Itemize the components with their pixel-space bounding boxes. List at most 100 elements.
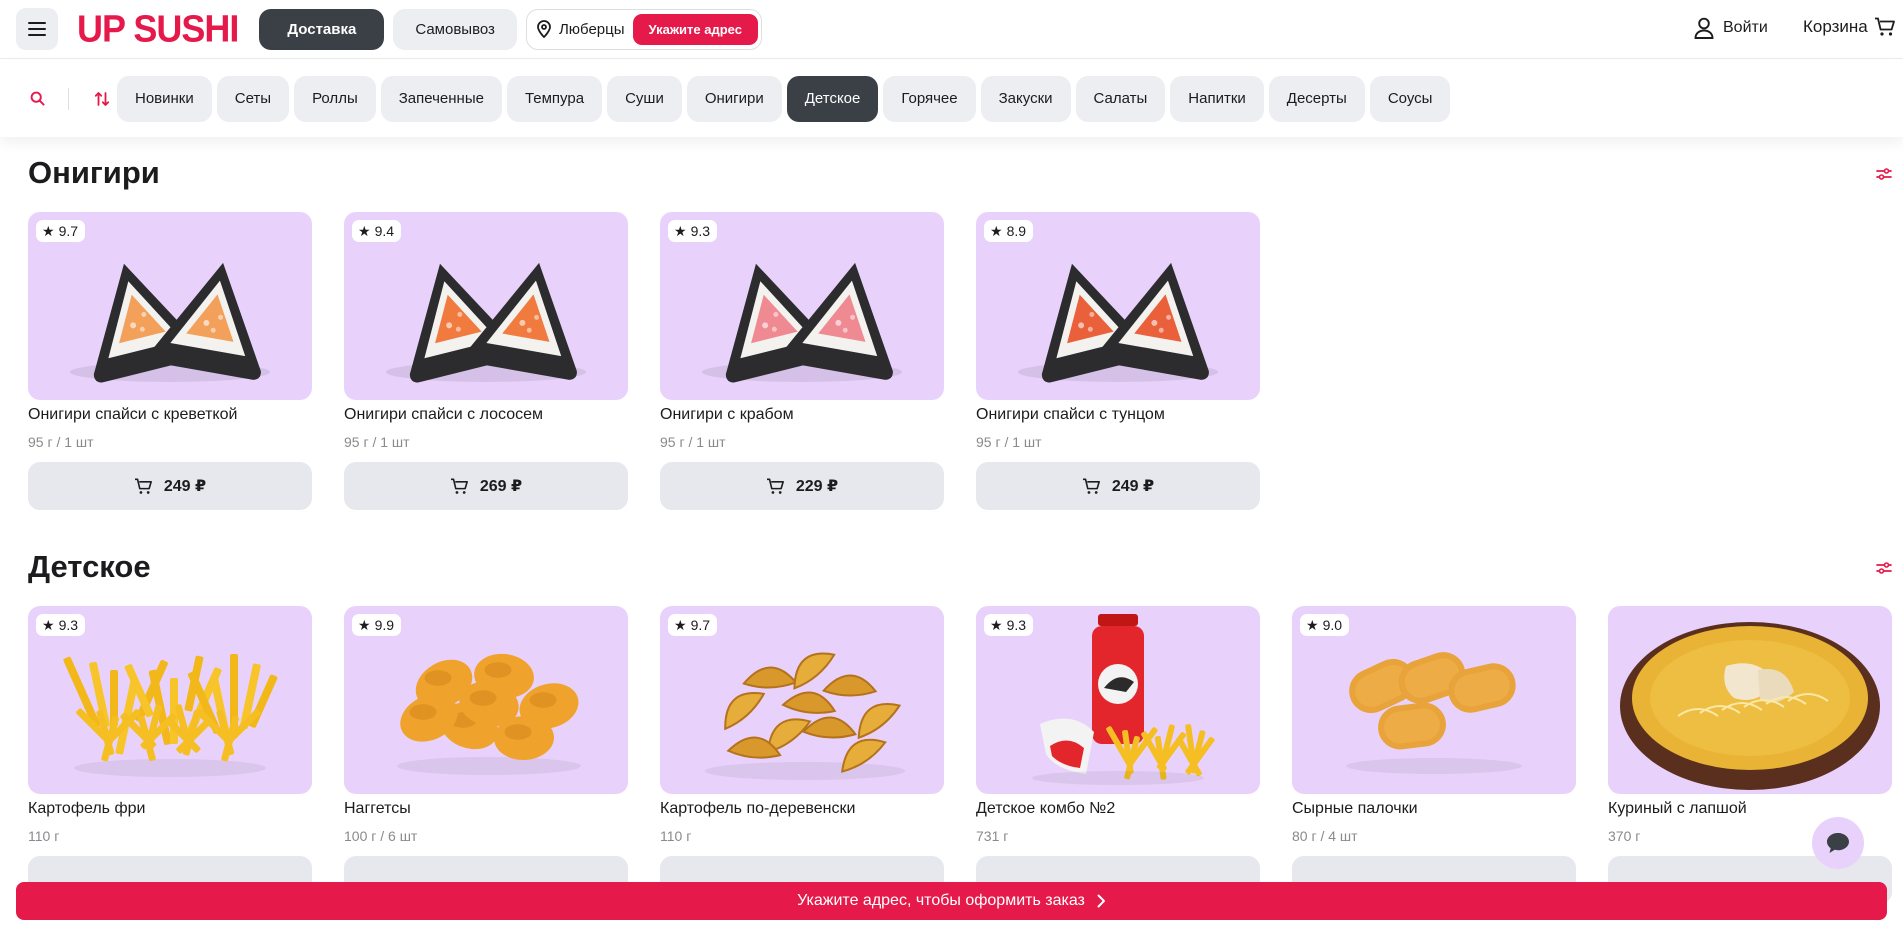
rating-value: 9.3 [690, 223, 711, 239]
product-weight: 100 г / 6 шт [344, 828, 418, 844]
specify-address-button[interactable]: Укажите адрес [632, 13, 758, 45]
product-image[interactable] [1608, 606, 1892, 794]
chevron-right-icon [1097, 894, 1105, 908]
product-weight: 95 г / 1 шт [976, 434, 1042, 450]
address-selector[interactable]: Люберцы Укажите адрес [525, 8, 762, 50]
product-name[interactable]: Сырные палочки [1292, 800, 1576, 822]
star-icon: ★ [42, 223, 55, 239]
price: 229 ₽ [795, 478, 839, 495]
category-tab[interactable]: Сеты [216, 75, 290, 122]
star-icon: ★ [990, 617, 1003, 633]
category-bar: Новинки Сеты Роллы Запеченные Темпура Суши Они… [0, 60, 1903, 137]
rating-badge: ★ 9.3 [36, 614, 86, 636]
cart-icon [1874, 17, 1895, 36]
category-tab[interactable]: Роллы [294, 75, 376, 122]
category-tab[interactable]: Онигири [686, 75, 782, 122]
product-card[interactable]: ★ 9.3 Онигири с крабом 95 г / 1 шт 229 ₽ [660, 212, 944, 510]
add-to-cart-button[interactable]: 229 ₽ [660, 462, 944, 510]
product-image[interactable]: ★ 8.9 [976, 212, 1260, 400]
add-to-cart-button[interactable]: 249 ₽ [976, 462, 1260, 510]
product-image[interactable]: ★ 9.0 [1292, 606, 1576, 794]
sort-icon [94, 91, 110, 106]
product-name[interactable]: Детское комбо №2 [976, 800, 1260, 822]
product-image[interactable]: ★ 9.7 [28, 212, 312, 400]
rating-value: 9.7 [58, 223, 79, 239]
price: 249 ₽ [163, 478, 207, 495]
top-header: UP SUSHI Доставка Самовывоз Люберцы Укаж… [0, 0, 1903, 59]
city-label: Люберцы [558, 20, 625, 38]
section-title-kids: Детское [28, 549, 151, 584]
category-tab[interactable]: Новинки [117, 75, 212, 122]
product-name[interactable]: Онигири с крабом [660, 406, 944, 428]
cart-icon [134, 477, 152, 494]
product-card[interactable]: ★ 9.4 Онигири спайси с лососем 95 г / 1 ш… [344, 212, 628, 510]
rating-value: 9.4 [374, 223, 395, 239]
login-label: Войти [1723, 19, 1768, 36]
category-tab[interactable]: Закуски [980, 75, 1071, 122]
filter-icon[interactable] [1876, 560, 1892, 576]
product-name[interactable]: Онигири спайси с лососем [344, 406, 628, 428]
category-tab[interactable]: Напитки [1170, 75, 1264, 122]
rating-value: 9.7 [690, 617, 711, 633]
checkout-address-banner[interactable]: Укажите адрес, чтобы оформить заказ [16, 882, 1887, 920]
cta-label: Укажите адрес, чтобы оформить заказ [797, 892, 1085, 909]
product-image[interactable]: ★ 9.4 [344, 212, 628, 400]
product-card[interactable]: ★ 9.9 Наггетсы 100 г / 6 шт [344, 606, 628, 904]
rating-value: 8.9 [1006, 223, 1027, 239]
product-name[interactable]: Картофель по-деревенски [660, 800, 944, 822]
product-card[interactable]: ★ 9.3 Картофель фри 110 г [28, 606, 312, 904]
add-to-cart-button[interactable]: 269 ₽ [344, 462, 628, 510]
sort-button[interactable] [93, 90, 111, 108]
category-tab[interactable]: Запеченные [380, 75, 502, 122]
rating-badge: ★ 8.9 [984, 220, 1034, 242]
add-to-cart-button[interactable]: 249 ₽ [28, 462, 312, 510]
product-weight: 110 г [28, 828, 60, 844]
cart-button[interactable]: Корзина [1803, 17, 1896, 37]
delivery-toggle[interactable]: Доставка [259, 8, 385, 50]
product-weight: 95 г / 1 шт [28, 434, 94, 450]
product-name[interactable]: Наггетсы [344, 800, 628, 822]
product-image[interactable]: ★ 9.9 [344, 606, 628, 794]
product-image[interactable]: ★ 9.3 [976, 606, 1260, 794]
pickup-toggle[interactable]: Самовывоз [393, 8, 517, 50]
price: 249 ₽ [1111, 478, 1155, 495]
category-tab[interactable]: Темпура [506, 75, 603, 122]
product-name[interactable]: Картофель фри [28, 800, 312, 822]
product-image[interactable]: ★ 9.3 [660, 212, 944, 400]
product-card[interactable]: ★ 9.7 Онигири спайси с креветкой 95 г / 1… [28, 212, 312, 510]
category-tab[interactable]: Суши [607, 75, 682, 122]
star-icon: ★ [1306, 617, 1319, 633]
cart-icon [766, 477, 784, 494]
hamburger-icon [28, 22, 46, 36]
chat-icon [1827, 833, 1849, 853]
product-card[interactable]: ★ 9.3 Детское комбо №2 731 г [976, 606, 1260, 904]
rating-badge: ★ 9.9 [352, 614, 402, 636]
product-weight: 731 г [976, 828, 1009, 844]
category-tab[interactable]: Десерты [1268, 75, 1365, 122]
login-button[interactable]: Войти [1694, 17, 1768, 39]
filter-icon[interactable] [1876, 166, 1892, 182]
product-name[interactable]: Онигири спайси с креветкой [28, 406, 312, 428]
chat-button[interactable] [1812, 817, 1864, 869]
rating-value: 9.3 [58, 617, 79, 633]
divider [68, 87, 69, 110]
search-icon [30, 91, 45, 106]
product-card[interactable]: ★ 9.7 Картофель по-деревенски 110 г [660, 606, 944, 904]
category-tab[interactable]: Салаты [1075, 75, 1166, 122]
product-card[interactable]: ★ 8.9 Онигири спайси с тунцом 95 г / 1 шт… [976, 212, 1260, 510]
category-tab[interactable]: Детское [786, 75, 879, 122]
product-name[interactable]: Онигири спайси с тунцом [976, 406, 1260, 428]
product-image[interactable]: ★ 9.3 [28, 606, 312, 794]
category-tab[interactable]: Горячее [883, 75, 976, 122]
product-weight: 95 г / 1 шт [660, 434, 726, 450]
product-card[interactable]: ★ 9.0 Сырные палочки 80 г / 4 шт [1292, 606, 1576, 904]
rating-badge: ★ 9.7 [668, 614, 718, 636]
category-tab[interactable]: Соусы [1369, 75, 1451, 122]
search-button[interactable] [28, 90, 46, 108]
rating-value: 9.3 [1006, 617, 1027, 633]
logo[interactable]: UP SUSHI [77, 10, 239, 48]
product-image[interactable]: ★ 9.7 [660, 606, 944, 794]
product-weight: 110 г [660, 828, 692, 844]
menu-button[interactable] [16, 8, 58, 50]
section-title-onigiri: Онигири [28, 155, 160, 190]
